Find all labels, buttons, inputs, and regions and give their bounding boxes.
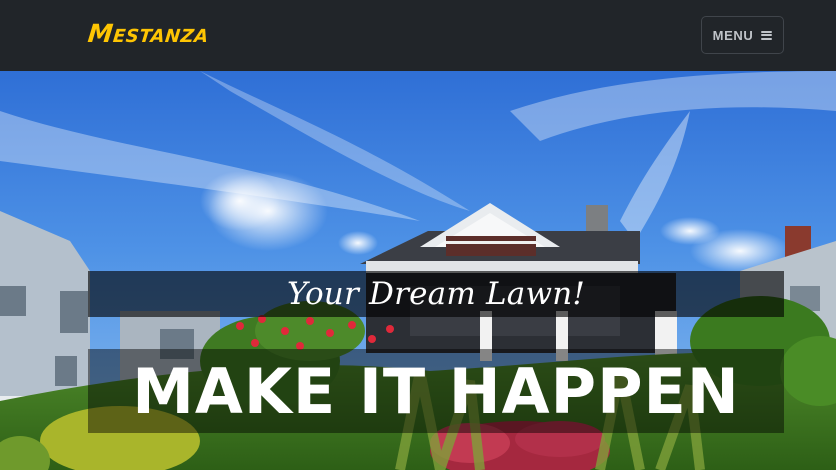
menu-button[interactable]: MENU — [701, 16, 784, 54]
menu-label: MENU — [712, 27, 754, 43]
subheading-band: Your Dream Lawn! — [88, 271, 784, 317]
hero-heading: MAKE IT HAPPEN — [132, 354, 740, 428]
brand-logo[interactable]: Mestanza — [86, 19, 210, 48]
heading-band: MAKE IT HAPPEN — [88, 349, 784, 433]
hero-subheading: Your Dream Lawn! — [286, 276, 586, 312]
hamburger-icon — [761, 30, 773, 40]
navbar: Mestanza MENU — [0, 0, 836, 71]
